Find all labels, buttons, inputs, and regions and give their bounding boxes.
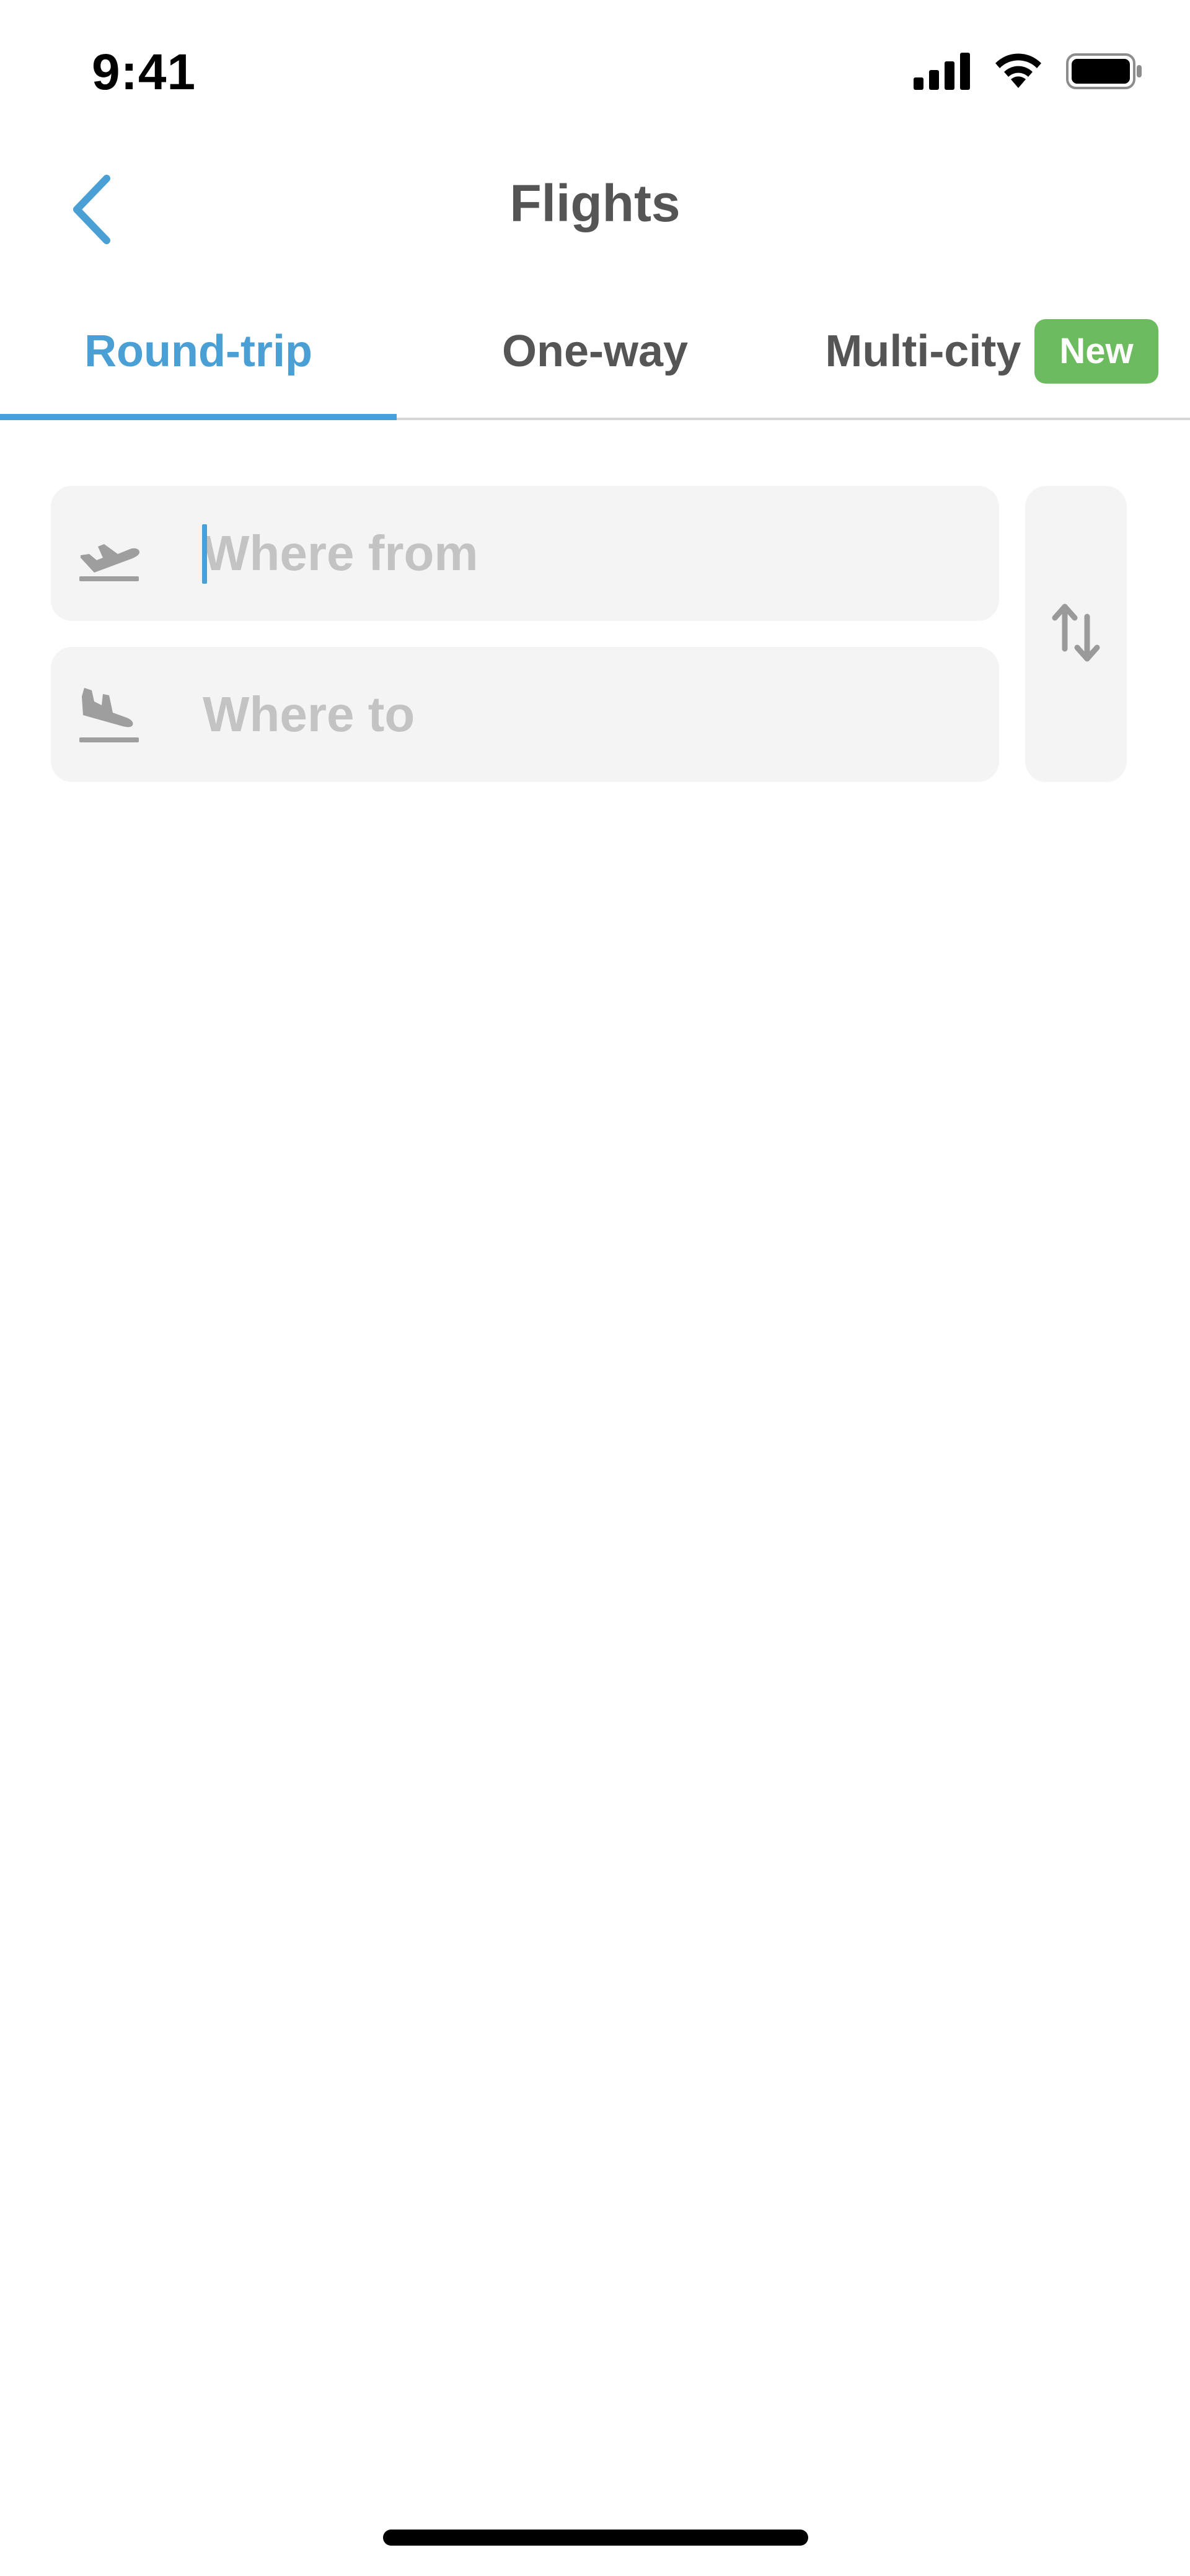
tab-label: One-way <box>501 327 689 376</box>
where-to-field[interactable] <box>51 647 999 782</box>
where-from-input[interactable] <box>203 486 971 621</box>
battery-icon <box>1066 53 1143 93</box>
home-indicator[interactable] <box>383 2530 808 2546</box>
where-from-field[interactable] <box>51 486 999 621</box>
cellular-signal-icon <box>914 52 971 93</box>
tab-label: Round-trip <box>84 327 312 376</box>
new-badge: New <box>1034 319 1158 384</box>
nav-bar: Flights <box>0 143 1190 279</box>
page-title: Flights <box>509 174 681 232</box>
where-to-input[interactable] <box>203 647 971 782</box>
tab-label: Multi-city <box>825 327 1021 376</box>
active-tab-indicator <box>0 414 397 420</box>
status-time: 9:41 <box>92 44 196 100</box>
text-cursor <box>202 524 207 584</box>
tab-one-way[interactable]: One-way <box>397 285 793 418</box>
wifi-icon <box>993 52 1044 94</box>
flights-screen: 9:41 Flights Round-trip One-way Multi-ci… <box>0 0 1190 2576</box>
swap-arrows-icon <box>1051 600 1101 668</box>
status-bar: 9:41 <box>0 0 1190 143</box>
swap-locations-button[interactable] <box>1025 486 1127 782</box>
status-icons <box>914 51 1143 94</box>
trip-type-tabs: Round-trip One-way Multi-city New <box>0 285 1190 420</box>
plane-landing-icon <box>76 683 144 745</box>
tab-round-trip[interactable]: Round-trip <box>0 285 397 420</box>
plane-takeoff-icon <box>76 522 144 584</box>
tab-multi-city[interactable]: Multi-city New <box>793 285 1190 418</box>
